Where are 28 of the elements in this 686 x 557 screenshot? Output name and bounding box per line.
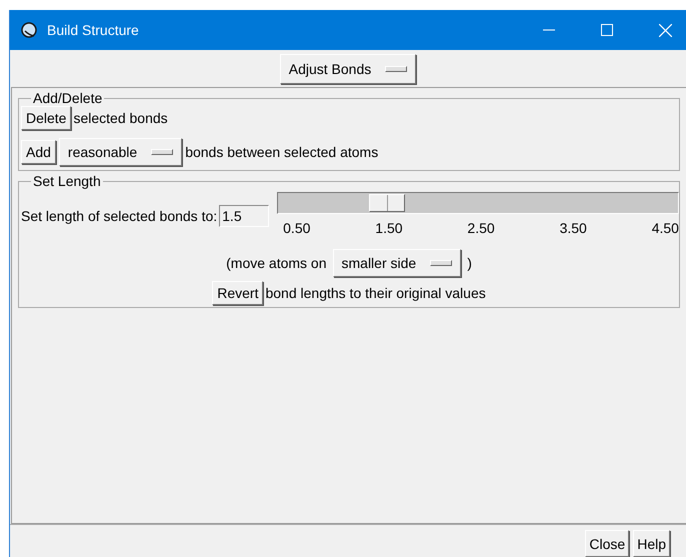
dialog-button[interactable]: Close bbox=[585, 530, 630, 557]
tick-label: 2.50 bbox=[467, 220, 495, 236]
delete-label: selected bonds bbox=[73, 110, 168, 126]
length-field[interactable]: 1.5 bbox=[219, 205, 270, 227]
revert-button[interactable]: Revert bbox=[212, 281, 264, 305]
length-slider[interactable] bbox=[277, 192, 679, 214]
move-label: (move atoms on bbox=[226, 255, 326, 271]
tick-label: 1.50 bbox=[375, 220, 403, 236]
bond-type-menu[interactable]: reasonable bbox=[58, 138, 182, 166]
mode-menu[interactable]: Adjust Bonds bbox=[280, 54, 416, 84]
app-icon bbox=[20, 21, 38, 39]
add-button[interactable]: Add bbox=[21, 140, 56, 164]
revert-label: bond lengths to their original values bbox=[265, 285, 486, 301]
window-title: Build Structure bbox=[47, 22, 139, 38]
group-title: Set Length bbox=[32, 173, 102, 189]
dialog-button[interactable]: Help bbox=[633, 530, 670, 557]
paren-label: ) bbox=[467, 255, 472, 271]
delete-button[interactable]: Delete bbox=[21, 106, 72, 130]
tick-label: 0.50 bbox=[283, 220, 310, 236]
close-icon[interactable] bbox=[659, 24, 672, 36]
length-label: Set length of selected bonds to: bbox=[21, 208, 218, 224]
side-menu[interactable]: smaller side bbox=[332, 249, 462, 277]
tick-label: 3.50 bbox=[560, 220, 587, 236]
tick-label: 4.50 bbox=[652, 220, 679, 236]
slider-thumb[interactable] bbox=[369, 194, 406, 212]
group-title: Add/Delete bbox=[32, 90, 104, 106]
maximize-icon[interactable] bbox=[601, 24, 613, 36]
add-label: bonds between selected atoms bbox=[185, 144, 378, 160]
